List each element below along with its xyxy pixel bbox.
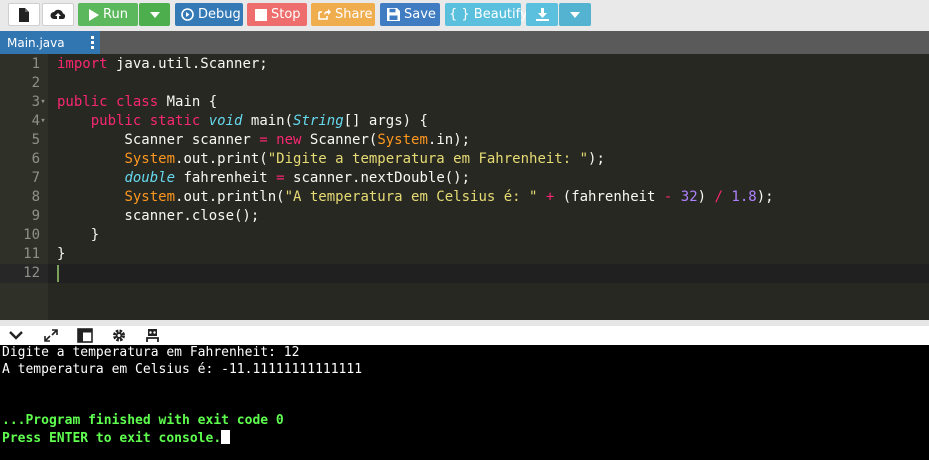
caret-down-icon <box>570 11 580 18</box>
code-editor[interactable]: 1 import java.util.Scanner; 2 3 ▾ public… <box>0 54 929 320</box>
console-output[interactable]: Digite a temperatura em Fahrenheit: 12 A… <box>0 345 929 460</box>
code-line: 9 scanner.close(); <box>0 207 929 226</box>
fold-icon[interactable]: ▾ <box>38 93 48 112</box>
file-tab-label: Main.java <box>7 35 65 50</box>
code-line: 7 double fahrenheit = scanner.nextDouble… <box>0 169 929 188</box>
play-icon <box>89 8 99 21</box>
collapse-icon[interactable] <box>8 328 24 343</box>
run-options-button[interactable] <box>139 3 170 26</box>
layout-icon[interactable] <box>77 328 93 343</box>
line-number: 10 <box>23 227 40 243</box>
caret-down-icon <box>149 11 160 18</box>
console-line: Digite a temperatura em Fahrenheit: 12 <box>2 345 300 360</box>
line-number: 7 <box>31 170 40 186</box>
stop-button[interactable]: Stop <box>247 3 307 26</box>
code-line: 1 import java.util.Scanner; <box>0 55 929 74</box>
line-number: 2 <box>31 75 40 91</box>
expand-icon[interactable] <box>43 328 59 343</box>
share-icon <box>318 9 331 20</box>
download-button[interactable] <box>526 3 558 26</box>
code-line: 10 } <box>0 226 929 245</box>
code-line: 8 System.out.println("A temperatura em C… <box>0 188 929 207</box>
code-line: 2 <box>0 74 929 93</box>
debug-label: Debug <box>198 7 241 22</box>
new-file-button[interactable] <box>8 3 40 26</box>
save-button[interactable]: Save <box>380 3 440 26</box>
toolbar: Run Debug Stop Share Save { } Beautify <box>0 0 929 31</box>
beautify-label: { } Beautify <box>449 7 528 22</box>
line-number: 6 <box>31 151 40 167</box>
line-number: 12 <box>0 264 48 283</box>
console-toolbar <box>0 326 929 345</box>
share-label: Share <box>335 7 373 22</box>
console-prompt-line: Press ENTER to exit console. <box>2 430 231 446</box>
line-number: 1 <box>31 56 40 72</box>
save-icon <box>387 8 400 21</box>
code-line-active: 12 <box>0 264 929 283</box>
share-button[interactable]: Share <box>311 3 375 26</box>
upload-icon <box>50 9 66 20</box>
run-button[interactable]: Run <box>78 3 138 26</box>
fold-icon[interactable]: ▾ <box>38 112 48 131</box>
download-icon <box>535 8 549 21</box>
code-line: 11 } <box>0 245 929 264</box>
code-line: 5 Scanner scanner = new Scanner(System.i… <box>0 131 929 150</box>
kebab-menu-icon[interactable] <box>91 36 94 49</box>
gear-icon[interactable] <box>111 328 127 343</box>
line-number: 11 <box>23 246 40 262</box>
download-options-button[interactable] <box>559 3 591 26</box>
new-file-icon <box>19 7 29 22</box>
debug-icon <box>181 8 194 21</box>
code-line: 6 System.out.print("Digite a temperatura… <box>0 150 929 169</box>
stop-label: Stop <box>271 7 301 22</box>
console-prompt-text: Press ENTER to exit console. <box>2 431 222 446</box>
code-line: 4 ▾ public static void main(String[] arg… <box>0 112 929 131</box>
beautify-button[interactable]: { } Beautify <box>445 3 528 26</box>
line-number: 9 <box>31 208 40 224</box>
console-line: A temperatura em Celsius é: -11.11111111… <box>2 362 363 377</box>
console-cursor <box>221 430 231 444</box>
console-exit-line: ...Program finished with exit code 0 <box>2 413 284 428</box>
file-tab-bar: Main.java <box>0 31 929 54</box>
line-number: 5 <box>31 132 40 148</box>
line-number: 8 <box>31 189 40 205</box>
stop-icon <box>255 8 267 21</box>
upload-button[interactable] <box>42 3 74 26</box>
file-tab-main-java[interactable]: Main.java <box>0 31 100 54</box>
debug-button[interactable]: Debug <box>175 3 243 26</box>
stdin-icon[interactable] <box>145 328 161 343</box>
text-cursor <box>57 265 59 282</box>
save-label: Save <box>404 7 436 22</box>
run-label: Run <box>103 7 128 22</box>
code-lines: 1 import java.util.Scanner; 2 3 ▾ public… <box>0 55 929 283</box>
code-line: 3 ▾ public class Main { <box>0 93 929 112</box>
